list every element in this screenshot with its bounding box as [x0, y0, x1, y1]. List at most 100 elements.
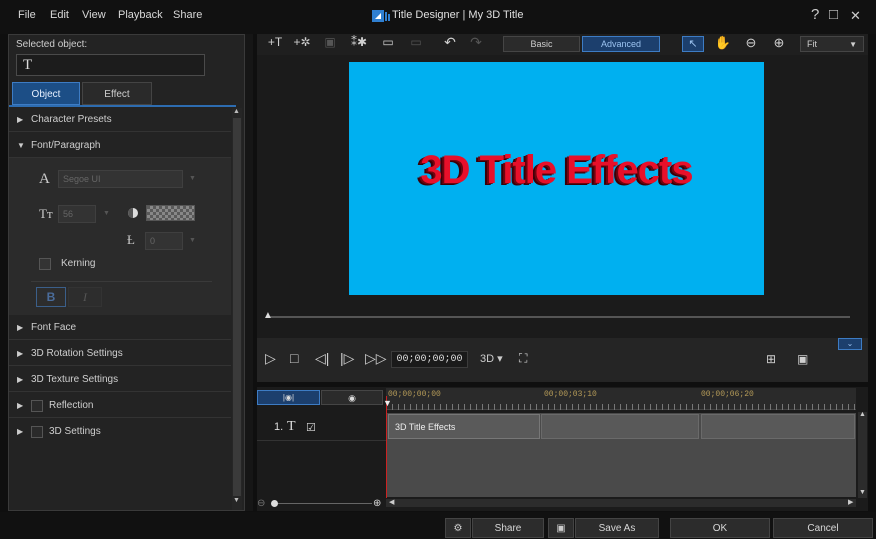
scroll-right-icon[interactable]: ▶	[848, 498, 853, 506]
timecode-display[interactable]: 00;00;00;00	[391, 351, 468, 368]
ok-button[interactable]: OK	[670, 518, 770, 538]
section-label: 3D Settings	[49, 426, 101, 437]
pan-hand-icon[interactable]: ✋	[713, 35, 733, 51]
selected-object-field[interactable]: T	[16, 54, 205, 76]
scroll-up-icon[interactable]: ▲	[233, 108, 240, 115]
close-button[interactable]: ✕	[850, 8, 861, 24]
select-tool-icon[interactable]: ↖	[682, 36, 704, 52]
menu-file[interactable]: File	[18, 9, 36, 21]
kerning-checkbox[interactable]	[39, 258, 51, 270]
font-family-icon: A	[39, 171, 50, 187]
section-3d-settings[interactable]: ▶ 3D Settings	[9, 419, 231, 444]
zoom-out-icon[interactable]: ⊖	[741, 35, 761, 51]
panel-splitter[interactable]	[245, 34, 253, 511]
background-icon[interactable]: ▭	[378, 35, 398, 49]
title-clip-segment[interactable]	[701, 414, 855, 439]
collapse-icon: ▼	[17, 141, 25, 150]
insert-particle-icon[interactable]: +✲	[292, 35, 312, 49]
save-as-button[interactable]: Save As	[575, 518, 659, 538]
settings-3d-checkbox[interactable]	[31, 426, 43, 438]
previous-frame-icon[interactable]: ◁|	[315, 350, 329, 367]
expand-button[interactable]: ⌄	[838, 338, 862, 350]
expand-icon: ▶	[17, 427, 24, 436]
zoom-in-timeline-icon[interactable]: ⊕	[373, 498, 381, 509]
reflection-checkbox[interactable]	[31, 400, 43, 412]
zoom-value: Fit	[807, 39, 817, 49]
bold-button[interactable]: B	[36, 287, 66, 307]
next-frame-icon[interactable]: |▷	[340, 350, 354, 367]
title-clip[interactable]: 3D Title Effects	[388, 414, 540, 439]
expand-icon: ▶	[17, 323, 24, 332]
tab-effect[interactable]: Effect	[82, 82, 152, 105]
chevron-down-icon: ▼	[189, 175, 196, 182]
menu-edit[interactable]: Edit	[50, 9, 69, 21]
divider	[31, 281, 212, 282]
stop-icon[interactable]: □	[290, 350, 298, 366]
zoom-out-timeline-icon[interactable]: ⊖	[257, 498, 265, 509]
track-divider	[257, 440, 386, 441]
playhead[interactable]	[386, 396, 387, 498]
scrollbar-thumb[interactable]	[233, 118, 241, 496]
scroll-down-icon[interactable]: ▼	[233, 497, 240, 504]
basic-mode-button[interactable]: Basic	[503, 36, 580, 52]
insert-effect-icon[interactable]: ⁑✱	[348, 35, 370, 49]
timeline-zoom-slider[interactable]	[274, 503, 372, 504]
timeline-tab-object[interactable]: |◉|	[257, 390, 320, 405]
track-visible-checkbox[interactable]: ☑	[306, 421, 316, 434]
grid-icon[interactable]: ⊞	[766, 352, 776, 366]
scroll-left-icon[interactable]: ◀	[389, 498, 394, 506]
scroll-down-icon[interactable]: ▼	[859, 489, 866, 496]
menu-playback[interactable]: Playback	[118, 9, 163, 21]
playhead-marker-icon[interactable]: ▼	[383, 398, 392, 408]
title-clip-segment[interactable]	[541, 414, 699, 439]
font-size-select[interactable]: 56	[58, 205, 96, 223]
maximize-button[interactable]: □	[829, 6, 838, 23]
tab-object[interactable]: Object	[12, 82, 80, 105]
timeline-tab-effect[interactable]: ◉	[321, 390, 383, 405]
advanced-mode-button[interactable]: Advanced	[582, 36, 660, 52]
section-font-paragraph[interactable]: ▼ Font/Paragraph	[9, 133, 231, 158]
share-icon[interactable]: ⚙	[445, 518, 471, 538]
expand-icon: ▶	[17, 115, 24, 124]
fullscreen-icon[interactable]: ⛶	[519, 351, 527, 366]
section-label: 3D Rotation Settings	[31, 348, 123, 359]
color-swatch[interactable]	[146, 205, 195, 221]
insert-text-icon[interactable]: +T	[265, 35, 285, 49]
selected-object-label: Selected object:	[16, 39, 88, 50]
3d-mode-button[interactable]: 3D ▾	[480, 352, 503, 365]
safe-zone-icon[interactable]: ▣	[797, 352, 808, 366]
menu-view[interactable]: View	[82, 9, 106, 21]
fast-forward-icon[interactable]: ▷▷	[365, 350, 387, 367]
menu-share[interactable]: Share	[173, 9, 202, 21]
timeline-zoom-thumb[interactable]	[271, 500, 278, 507]
timeline-horizontal-scrollbar[interactable]	[386, 499, 856, 507]
preview-slider-thumb[interactable]: ▲	[263, 310, 273, 321]
font-size-icon: Tт	[39, 206, 53, 221]
line-spacing-select[interactable]: 0	[145, 232, 183, 250]
font-family-select[interactable]: Segoe UI	[58, 170, 183, 188]
section-reflection[interactable]: ▶ Reflection	[9, 393, 231, 418]
section-font-face[interactable]: ▶ Font Face	[9, 315, 231, 340]
line-spacing-icon: Ƚ	[127, 232, 135, 247]
redo-icon[interactable]: ↷	[466, 34, 486, 51]
scroll-up-icon[interactable]: ▲	[859, 411, 866, 418]
italic-button[interactable]: I	[68, 287, 102, 307]
insert-image-icon[interactable]: ▣	[320, 35, 340, 49]
expand-icon: ▶	[17, 375, 24, 384]
title-text-object[interactable]: 3D Title Effects	[349, 148, 764, 193]
section-character-presets[interactable]: ▶ Character Presets	[9, 107, 231, 132]
zoom-select[interactable]: Fit ▼	[800, 36, 864, 52]
expand-icon: ▶	[17, 349, 24, 358]
help-button[interactable]: ?	[811, 6, 819, 23]
timeline-vertical-scrollbar[interactable]	[858, 412, 867, 498]
section-3d-rotation[interactable]: ▶ 3D Rotation Settings	[9, 341, 231, 366]
cancel-button[interactable]: Cancel	[773, 518, 873, 538]
preview-slider-track[interactable]	[270, 316, 850, 318]
layer-icon[interactable]: ▭	[406, 35, 426, 49]
section-3d-texture[interactable]: ▶ 3D Texture Settings	[9, 367, 231, 392]
play-icon[interactable]: ▷	[265, 350, 276, 367]
share-button[interactable]: Share	[472, 518, 544, 538]
undo-icon[interactable]: ↶	[440, 34, 460, 51]
save-icon[interactable]: ▣	[548, 518, 574, 538]
zoom-in-icon[interactable]: ⊕	[769, 35, 789, 51]
